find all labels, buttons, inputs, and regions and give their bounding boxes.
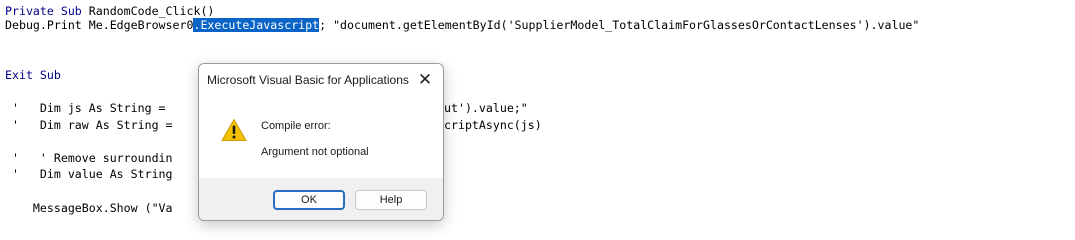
code-text-left: ' ' Remove surroundin [5,151,173,165]
code-text-left: ' Dim value As String [5,167,173,181]
code-text-left: ' Dim js As String = [5,101,173,115]
code-line-remove-comment[interactable]: ' ' Remove surroundin [5,151,173,165]
code-line-raw-decl[interactable]: ' Dim raw As String = [5,118,180,132]
close-icon[interactable]: ✕ [413,68,437,92]
compile-error-dialog: Microsoft Visual Basic for Applications … [198,63,444,221]
code-line-raw-decl-right[interactable]: criptAsync(js) [444,118,542,132]
dialog-title: Microsoft Visual Basic for Applications [207,73,409,87]
dialog-titlebar[interactable]: Microsoft Visual Basic for Applications … [199,64,443,96]
code-text-right: criptAsync(js) [444,118,542,132]
code-line-js-decl-right[interactable]: ut').value;" [444,101,528,115]
code-line-messagebox[interactable]: MessageBox.Show ("Va [5,201,173,215]
code-text-left: ' Dim raw As String = [5,118,180,132]
ok-button[interactable]: OK [273,190,345,210]
warning-icon [221,119,247,141]
code-text-right: ut').value;" [444,101,528,115]
keyword-exit-sub: Exit Sub [5,68,61,82]
error-heading: Compile error: [261,120,331,132]
debug-print-text: Debug.Print Me.EdgeBrowser0 [5,18,194,32]
code-editor[interactable]: Private Sub RandomCode_Click() Debug.Pri… [0,0,1075,234]
error-message: Argument not optional [261,146,369,158]
debug-print-rest: ; "document.getElementById('SupplierMode… [319,18,920,32]
code-line-exit-sub[interactable]: Exit Sub [5,68,61,82]
code-line-1[interactable]: Private Sub RandomCode_Click() [5,4,214,18]
help-button[interactable]: Help [355,190,427,210]
dialog-footer: OK Help [199,178,443,220]
code-line-value-decl[interactable]: ' Dim value As String [5,167,173,181]
code-line-2[interactable]: Debug.Print Me.EdgeBrowser0.ExecuteJavas… [5,18,919,32]
code-line-js-decl[interactable]: ' Dim js As String = [5,101,173,115]
selected-text: .ExecuteJavascript [193,18,320,32]
keyword-private-sub: Private Sub [5,4,82,18]
dialog-body: Compile error: Argument not optional [199,96,443,178]
code-text-left: MessageBox.Show ("Va [5,201,173,215]
sub-name: RandomCode_Click() [81,4,215,18]
